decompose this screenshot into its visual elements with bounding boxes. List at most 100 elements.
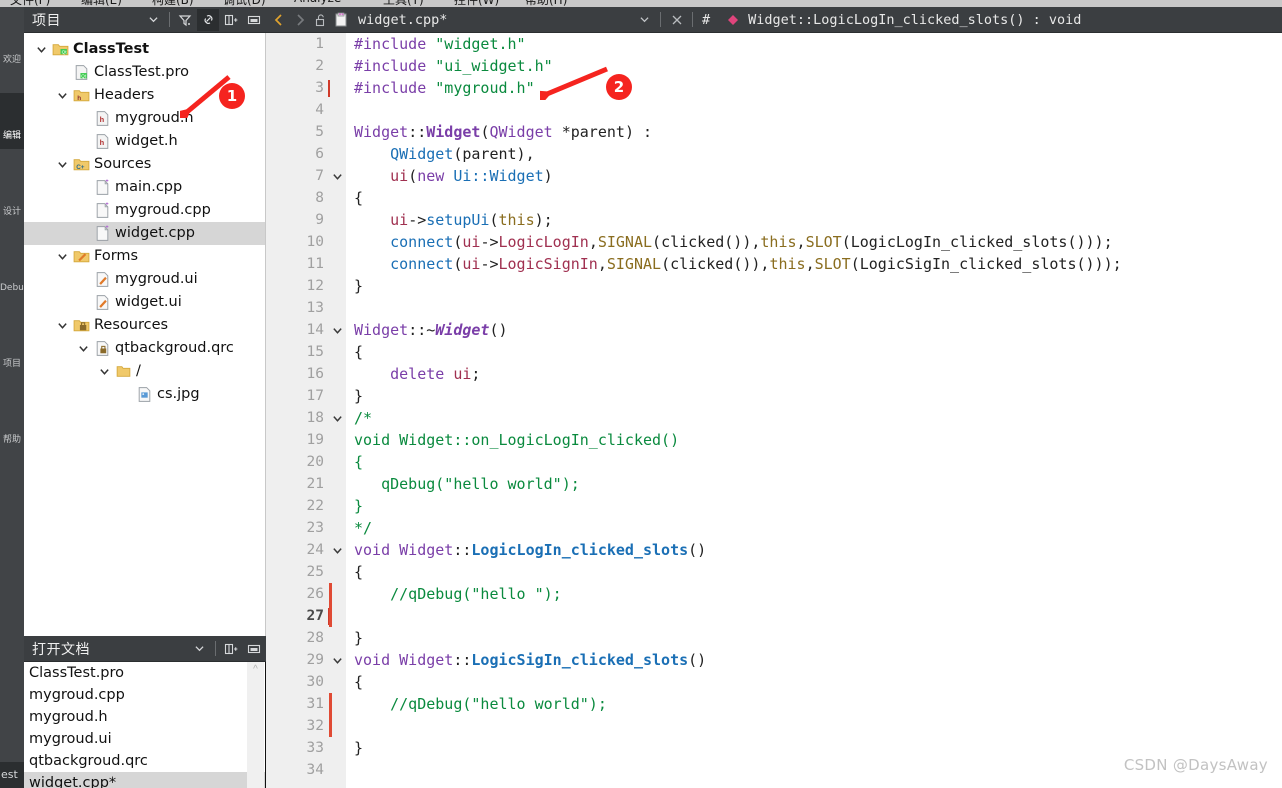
code-line[interactable]: ui->setupUi(this); [354, 209, 1282, 231]
current-symbol[interactable]: Widget::LogicLogIn_clicked_slots() : voi… [748, 12, 1081, 28]
mode-item-欢迎[interactable]: 欢迎 [0, 17, 24, 73]
code-line[interactable]: #include "widget.h" [354, 33, 1282, 55]
code-line[interactable]: { [354, 671, 1282, 693]
project-tree[interactable]: Qt ClassTest Qt ClassTest.pro h Headers h mygro… [24, 33, 266, 636]
link-with-editor-icon[interactable] [197, 8, 219, 31]
tree-item-cs.jpg[interactable]: cs.jpg [24, 383, 265, 406]
menu-item-4[interactable]: Analyze [294, 0, 341, 5]
mode-item-项目[interactable]: 项目 [0, 321, 24, 377]
code-line[interactable]: } [354, 385, 1282, 407]
open-document-widget.cpp*[interactable]: widget.cpp* [24, 772, 265, 788]
code-line[interactable]: { [354, 451, 1282, 473]
code-line[interactable]: /* [354, 407, 1282, 429]
tree-item-mygroud.ui[interactable]: mygroud.ui [24, 268, 265, 291]
menu-item-3[interactable]: 调试(D) [223, 0, 266, 7]
menu-item-6[interactable]: 控件(W) [454, 0, 499, 7]
file-dropdown-icon[interactable] [634, 9, 655, 30]
code-line[interactable]: { [354, 187, 1282, 209]
open-document-mygroud.h[interactable]: mygroud.h [24, 706, 265, 728]
code-line[interactable]: } [354, 627, 1282, 649]
chevron-left-icon[interactable] [268, 9, 289, 30]
code-line[interactable]: qDebug("hello world"); [354, 473, 1282, 495]
code-line[interactable] [354, 605, 1282, 627]
chevron-right-icon[interactable] [289, 9, 310, 30]
close-file-icon[interactable] [666, 9, 687, 30]
chevron-down-icon[interactable] [53, 90, 71, 101]
code-line[interactable]: ui(new Ui::Widget) [354, 165, 1282, 187]
code-line[interactable]: #include "ui_widget.h" [354, 55, 1282, 77]
chevron-down-icon[interactable] [53, 159, 71, 170]
fold-toggle[interactable] [328, 407, 346, 429]
code-line[interactable]: } [354, 275, 1282, 297]
chevron-down-icon[interactable] [53, 320, 71, 331]
tree-item-Forms[interactable]: Forms [24, 245, 265, 268]
mode-item-帮助[interactable]: 帮助 [0, 397, 24, 453]
code-line[interactable]: void Widget::LogicSigIn_clicked_slots() [354, 649, 1282, 671]
open-documents-close-icon[interactable] [243, 638, 265, 660]
code-line[interactable]: connect(ui->LogicLogIn,SIGNAL(clicked())… [354, 231, 1282, 253]
code-line[interactable]: //qDebug("hello world"); [354, 693, 1282, 715]
chevron-down-icon[interactable] [74, 343, 92, 354]
code-line[interactable]: Widget::Widget(QWidget *parent) : [354, 121, 1282, 143]
chevron-down-icon[interactable] [95, 366, 113, 377]
code-line[interactable]: delete ui; [354, 363, 1282, 385]
tree-item-mygroud.cpp[interactable]: mygroud.cpp [24, 199, 265, 222]
open-documents-scrollbar[interactable]: ^ [247, 662, 264, 788]
tree-item-/[interactable]: / [24, 360, 265, 383]
tree-item-Resources[interactable]: Resources [24, 314, 265, 337]
mode-selector-bar[interactable]: est 欢迎编辑设计 Debug 项目帮助 [0, 7, 24, 788]
project-filter-dropdown-icon[interactable] [142, 9, 164, 31]
unlock-icon[interactable] [310, 9, 331, 30]
open-document-mygroud.ui[interactable]: mygroud.ui [24, 728, 265, 750]
fold-marker-column[interactable] [328, 33, 346, 788]
tree-item-widget.ui[interactable]: widget.ui [24, 291, 265, 314]
tree-item-qtbackgroud.qrc[interactable]: qtbackgroud.qrc [24, 337, 265, 360]
tree-item-main.cpp[interactable]: main.cpp [24, 176, 265, 199]
open-documents-split-icon[interactable] [220, 638, 242, 660]
mode-item-设计[interactable]: 设计 [0, 169, 24, 225]
menu-item-0[interactable]: 文件(F) [10, 0, 50, 7]
open-document-ClassTest.pro[interactable]: ClassTest.pro [24, 662, 265, 684]
open-document-mygroud.cpp[interactable]: mygroud.cpp [24, 684, 265, 706]
code-line[interactable] [354, 99, 1282, 121]
tree-item-Sources[interactable]: C+ Sources [24, 153, 265, 176]
code-line[interactable]: { [354, 341, 1282, 363]
open-documents-dropdown-icon[interactable] [188, 638, 210, 660]
code-line[interactable]: } [354, 495, 1282, 517]
menu-item-5[interactable]: 工具(T) [383, 0, 424, 7]
fold-toggle[interactable] [328, 319, 346, 341]
chevron-down-icon[interactable] [53, 251, 71, 262]
code-line[interactable] [354, 715, 1282, 737]
chevron-down-icon[interactable] [32, 44, 50, 55]
code-line[interactable]: //qDebug("hello "); [354, 583, 1282, 605]
split-view-icon[interactable] [220, 9, 242, 31]
fold-toggle[interactable] [328, 649, 346, 671]
mode-item-编辑[interactable]: 编辑 [0, 93, 24, 149]
close-panel-icon[interactable] [243, 9, 265, 31]
code-line[interactable]: void Widget::LogicLogIn_clicked_slots() [354, 539, 1282, 561]
code-line[interactable]: QWidget(parent), [354, 143, 1282, 165]
code-editor[interactable]: 1 2 3 4 5 6 7 8 9 10 11 12 13 14 15 16 17 18 19 20 21 22 23 24 2… [266, 33, 1282, 788]
menu-item-1[interactable]: 编辑(E) [81, 0, 122, 7]
code-line[interactable]: { [354, 561, 1282, 583]
scroll-up-icon[interactable]: ^ [247, 662, 264, 678]
active-file-name[interactable]: widget.cpp* [358, 12, 447, 28]
code-line[interactable]: Widget::~Widget() [354, 319, 1282, 341]
fold-toggle[interactable] [328, 539, 346, 561]
code-line[interactable]: #include "mygroud.h" [354, 77, 1282, 99]
code-line[interactable]: void Widget::on_LogicLogIn_clicked() [354, 429, 1282, 451]
filter-icon[interactable] [174, 9, 196, 31]
tree-item-ClassTest[interactable]: Qt ClassTest [24, 38, 265, 61]
open-document-qtbackgroud.qrc[interactable]: qtbackgroud.qrc [24, 750, 265, 772]
code-text[interactable]: #include "widget.h" #include "ui_widget.h… [346, 33, 1282, 788]
tree-item-widget.cpp[interactable]: widget.cpp [24, 222, 265, 245]
code-line[interactable]: */ [354, 517, 1282, 539]
code-line[interactable]: connect(ui->LogicSignIn,SIGNAL(clicked()… [354, 253, 1282, 275]
fold-toggle[interactable] [328, 165, 346, 187]
menu-bar[interactable]: 文件(F) 编辑(E) 构建(B) 调试(D) Analyze 工具(T) 控件(W) 帮助(… [0, 0, 1282, 7]
menu-item-7[interactable]: 帮助(H) [525, 0, 567, 7]
open-documents-list[interactable]: ^ ClassTest.pro mygroud.cpp mygroud.h mygro… [24, 662, 266, 788]
mode-item-Debug[interactable]: Debug [0, 245, 24, 301]
tree-item-widget.h[interactable]: h widget.h [24, 130, 265, 153]
menu-item-2[interactable]: 构建(B) [152, 0, 194, 7]
